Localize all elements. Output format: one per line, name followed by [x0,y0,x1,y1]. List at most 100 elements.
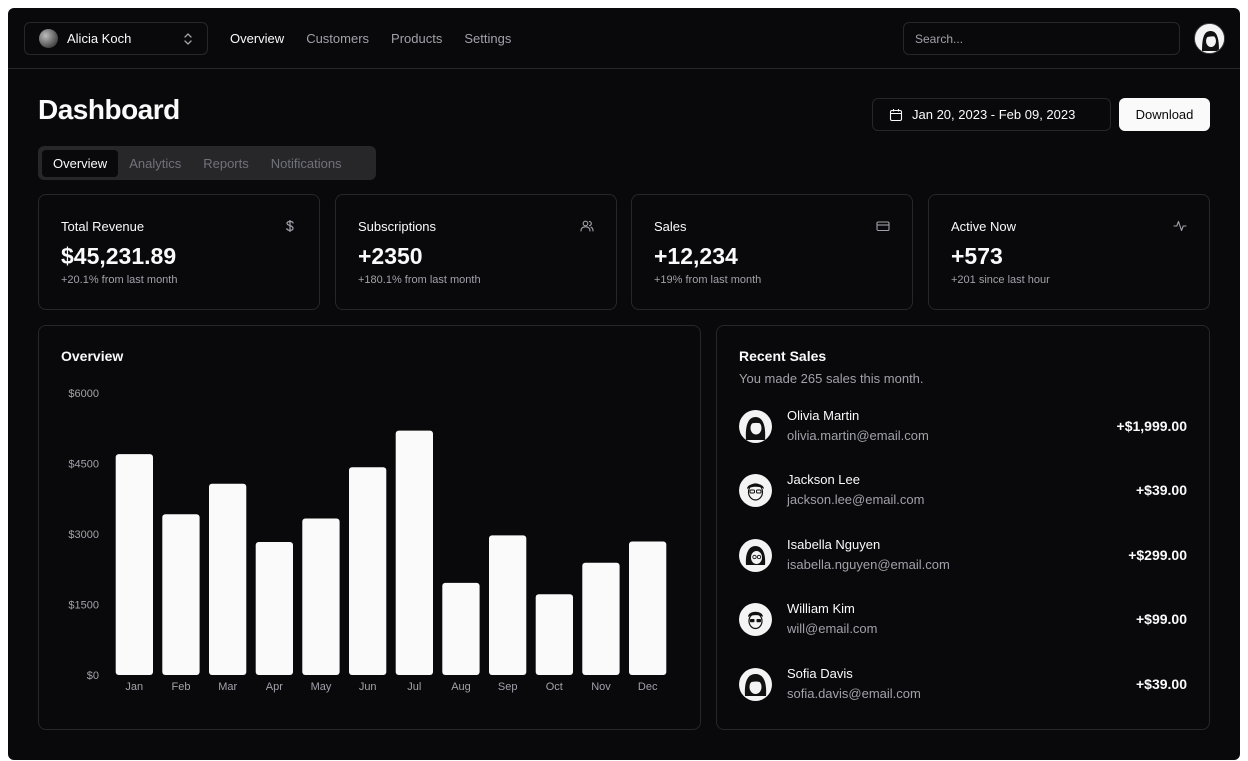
stat-value: +12,234 [654,243,738,269]
tab-notifications[interactable]: Notifications [260,150,353,177]
stat-card-sales: Sales +12,234 +19% from last month [631,194,913,310]
credit-card-icon [876,221,890,232]
stat-title: Subscriptions [358,219,437,234]
customer-email: sofia.davis@email.com [787,686,921,701]
customer-email: will@email.com [787,621,878,636]
bar-apr[interactable] [255,542,293,675]
sale-row[interactable]: Sofia Davis sofia.davis@email.com +$39.0… [739,666,1187,706]
bar-feb[interactable] [162,514,200,675]
recent-sales-card: Recent Sales You made 265 sales this mon… [716,325,1210,730]
x-tick-label: Feb [172,681,191,693]
stat-value: +2350 [358,243,423,269]
sale-amount: +$39.00 [1136,676,1187,692]
sale-row[interactable]: Olivia Martin olivia.martin@email.com +$… [739,408,1187,448]
download-button[interactable]: Download [1119,98,1210,131]
nav-link-overview[interactable]: Overview [230,31,284,46]
x-tick-label: Dec [638,681,658,693]
bar-mar[interactable] [209,483,247,675]
bar-nov[interactable] [582,562,620,675]
recent-sales-title: Recent Sales [739,348,827,364]
bar-dec[interactable] [629,541,667,676]
sale-amount: +$299.00 [1128,547,1187,563]
nav-link-products[interactable]: Products [391,31,442,46]
stat-title: Total Revenue [61,219,145,234]
x-tick-label: Mar [218,681,237,693]
stat-card-total-revenue: Total Revenue $45,231.89 +20.1% from las… [38,194,320,310]
bar-jun[interactable] [349,467,387,675]
sale-amount: +$1,999.00 [1116,418,1187,434]
main-nav: Overview Customers Products Settings [230,8,533,69]
stat-value: +573 [951,243,1003,269]
date-range-text: Jan 20, 2023 - Feb 09, 2023 [912,107,1076,122]
sale-row[interactable]: Isabella Nguyen isabella.nguyen@email.co… [739,537,1187,577]
customer-email: olivia.martin@email.com [787,428,929,443]
customer-name: Isabella Nguyen [787,537,881,552]
stat-title: Active Now [951,219,1017,234]
team-name: Alicia Koch [67,31,132,46]
stat-title: Sales [654,219,687,234]
stat-card-subscriptions: Subscriptions +2350 +180.1% from last mo… [335,194,617,310]
stat-change: +19% from last month [654,274,762,286]
y-tick-label: $4500 [68,459,99,471]
avatar-icon [745,417,766,440]
stat-change: +180.1% from last month [358,274,481,286]
y-tick-label: $6000 [68,388,99,400]
x-tick-label: Sep [498,681,518,693]
customer-email: isabella.nguyen@email.com [787,557,950,572]
bar-oct[interactable] [535,594,573,675]
chevron-up-down-icon [184,33,192,45]
x-tick-label: May [311,681,332,693]
nav-link-settings[interactable]: Settings [464,31,511,46]
customer-email: jackson.lee@email.com [787,492,925,507]
team-switcher[interactable]: Alicia Koch [24,22,208,55]
customer-name: Sofia Davis [787,666,853,681]
team-avatar [39,29,58,48]
sale-row[interactable]: William Kim will@email.com +$99.00 [739,601,1187,641]
users-icon [580,220,594,232]
avatar-icon [747,483,764,501]
sale-row[interactable]: Jackson Lee jackson.lee@email.com +$39.0… [739,472,1187,512]
user-avatar[interactable] [1194,23,1225,54]
avatar [739,668,772,701]
bar-jan[interactable] [115,454,153,675]
x-tick-label: Oct [546,681,563,693]
avatar [739,539,772,572]
avatar [739,474,772,507]
x-tick-label: Nov [591,681,611,693]
stat-change: +20.1% from last month [61,274,178,286]
activity-icon [1173,220,1187,232]
tab-analytics[interactable]: Analytics [118,150,192,177]
y-tick-label: $1500 [68,600,99,612]
page-title: Dashboard [38,94,180,125]
bar-may[interactable] [302,518,340,676]
bar-aug[interactable] [442,582,480,675]
bar-jul[interactable] [395,430,433,675]
tab-overview[interactable]: Overview [42,149,119,177]
avatar-icon [745,546,766,565]
tab-reports[interactable]: Reports [192,150,260,177]
customer-name: Olivia Martin [787,408,860,423]
stat-value: $45,231.89 [61,243,177,269]
stat-card-active-now: Active Now +573 +201 since last hour [928,194,1210,310]
user-avatar-icon [1195,24,1224,53]
x-tick-label: Aug [451,681,471,693]
x-tick-label: Jan [125,681,143,693]
calendar-icon [889,108,903,121]
top-navigation-bar: Alicia Koch Overview Customers Products … [8,8,1240,69]
recent-sales-subtitle: You made 265 sales this month. [739,371,924,386]
x-tick-label: Jun [359,681,377,693]
search-input[interactable] [903,22,1180,55]
bar-sep[interactable] [489,535,527,675]
avatar [739,410,772,443]
avatar-icon [744,674,767,696]
y-tick-label: $3000 [68,529,99,541]
overview-chart-card: Overview $0 $1500 $3000 $4500 $6000 Jan Feb Mar… [38,325,701,730]
nav-link-customers[interactable]: Customers [306,31,369,46]
app-window: Alicia Koch Overview Customers Products … [8,8,1240,760]
customer-name: Jackson Lee [787,472,860,487]
sale-amount: +$99.00 [1136,611,1187,627]
dollar-icon [286,220,294,232]
y-tick-label: $0 [87,670,99,682]
sale-amount: +$39.00 [1136,482,1187,498]
date-range-picker[interactable]: Jan 20, 2023 - Feb 09, 2023 [872,98,1111,131]
